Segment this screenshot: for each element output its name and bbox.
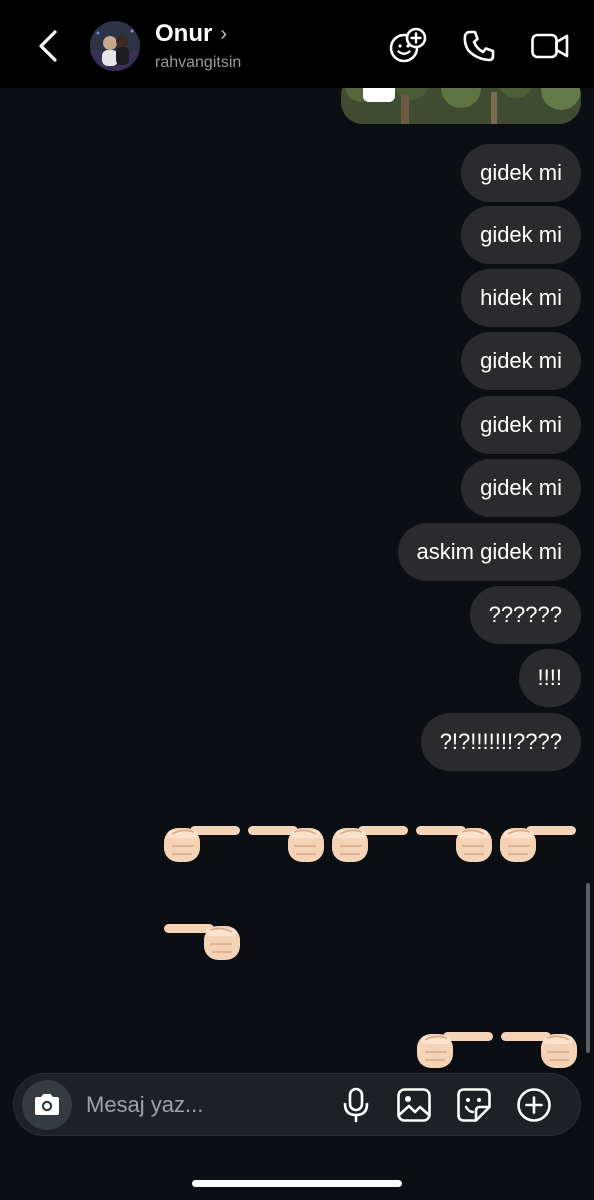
- pointing-left-emoji: [497, 1018, 581, 1073]
- gallery-button[interactable]: [395, 1086, 433, 1124]
- gallery-icon: [397, 1088, 431, 1122]
- more-options-button[interactable]: [515, 1086, 553, 1124]
- emoji-message[interactable]: [160, 812, 580, 868]
- shared-media-preview[interactable]: [341, 88, 581, 124]
- sticker-icon: [457, 1088, 491, 1122]
- contact-info[interactable]: Onur › rahvangitsin: [155, 20, 241, 72]
- chevron-right-icon: ›: [220, 23, 227, 45]
- emoji-message[interactable]: [413, 1018, 581, 1073]
- voice-message-button[interactable]: [337, 1086, 375, 1124]
- video-call-button[interactable]: [530, 26, 570, 66]
- message-bubble[interactable]: ?!?!!!!!!!????: [420, 713, 581, 771]
- contact-username: rahvangitsin: [155, 54, 242, 71]
- message-bubble[interactable]: !!!!: [518, 649, 581, 707]
- contact-name: Onur: [155, 20, 213, 47]
- message-bubble[interactable]: gidek mi: [461, 144, 581, 202]
- chat-header: Onur › rahvangitsin: [0, 0, 594, 88]
- pointing-right-emoji: [496, 812, 580, 868]
- pointing-left-emoji: [244, 812, 328, 868]
- message-bubble[interactable]: gidek mi: [461, 332, 581, 390]
- scrollbar[interactable]: [586, 883, 590, 1053]
- effects-button[interactable]: [388, 26, 428, 66]
- camera-icon: [35, 1094, 59, 1115]
- home-indicator[interactable]: [192, 1180, 402, 1187]
- pointing-left-emoji: [412, 812, 496, 868]
- add-icon: [517, 1088, 551, 1122]
- microphone-icon: [343, 1087, 369, 1123]
- sticker-button[interactable]: [455, 1086, 493, 1124]
- message-bubble[interactable]: gidek mi: [461, 206, 581, 264]
- avatar[interactable]: [90, 21, 140, 71]
- video-icon: [531, 33, 569, 59]
- camera-button[interactable]: [22, 1080, 72, 1130]
- back-button[interactable]: [28, 24, 68, 68]
- back-arrow-icon: [39, 30, 57, 62]
- effects-icon: [389, 27, 427, 63]
- message-bubble[interactable]: gidek mi: [461, 459, 581, 517]
- message-bubble[interactable]: ??????: [469, 586, 581, 644]
- message-list[interactable]: gidek mi gidek mi hidek mi gidek mi gide…: [0, 88, 594, 1073]
- pointing-right-emoji: [413, 1018, 497, 1073]
- phone-icon: [463, 30, 495, 62]
- message-bubble[interactable]: hidek mi: [461, 269, 581, 327]
- message-bubble[interactable]: askim gidek mi: [397, 523, 581, 581]
- pointing-right-emoji: [328, 812, 412, 868]
- emoji-message[interactable]: [160, 910, 244, 966]
- message-composer: [13, 1073, 581, 1136]
- call-button[interactable]: [459, 26, 499, 66]
- pointing-right-emoji: [160, 812, 244, 868]
- message-bubble[interactable]: gidek mi: [461, 396, 581, 454]
- message-input[interactable]: [86, 1088, 326, 1122]
- pointing-left-emoji: [160, 910, 244, 966]
